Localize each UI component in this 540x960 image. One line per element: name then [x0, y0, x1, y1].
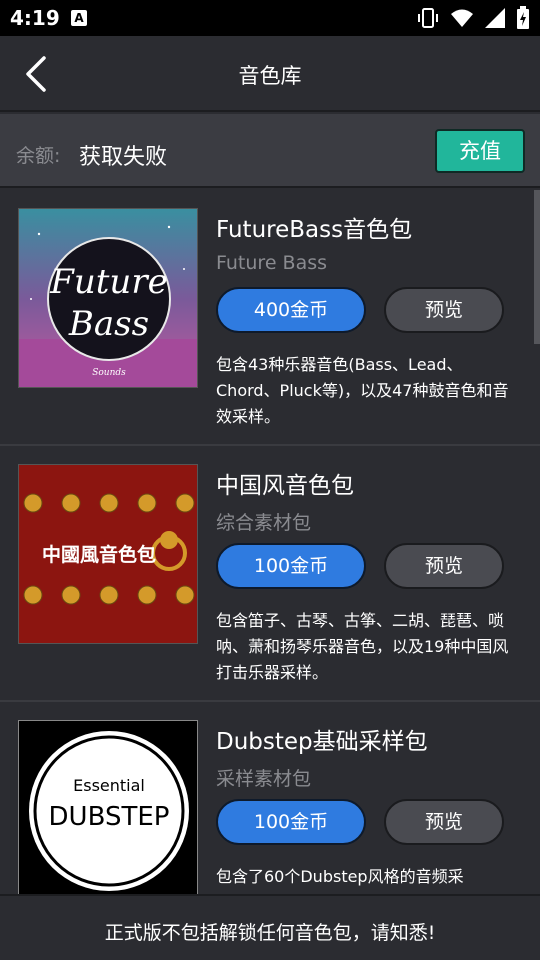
buy-button[interactable]: 100金币	[216, 543, 366, 589]
balance-bar: 余额: 获取失败 充值	[0, 114, 540, 188]
status-icons	[416, 6, 530, 30]
dubstep-cover: Essential DUBSTEP	[18, 720, 198, 894]
buy-button[interactable]: 400金币	[216, 287, 366, 333]
balance-label: 余额:	[16, 145, 61, 167]
pack-subtitle: 采样素材包	[216, 768, 312, 790]
balance-value: 获取失败	[79, 145, 168, 170]
recharge-button[interactable]: 充值	[435, 129, 525, 173]
pack-list[interactable]: Future Bass Sounds FutureBass音色包 Future …	[0, 190, 540, 894]
battery-icon	[517, 6, 529, 29]
dubstep-cover-art: Essential DUBSTEP	[19, 721, 197, 894]
list-item[interactable]: 中國風音色包 中国风音色包 综合素材包 100金币 预览 包含笛子、古琴、古筝、…	[0, 446, 540, 702]
pack-subtitle: Future Bass	[216, 252, 328, 274]
cover-text-sounds: Sounds	[92, 368, 126, 378]
status-bar: 4:19 A	[0, 0, 540, 36]
cover-text-dubstep: DUBSTEP	[49, 802, 170, 832]
signal-icon	[485, 8, 505, 28]
preview-button[interactable]: 预览	[384, 799, 504, 845]
status-time: 4:19	[10, 6, 60, 30]
chinese-style-cover: 中國風音色包	[18, 464, 198, 644]
footer-notice-bar: 正式版不包括解锁任何音色包，请知悉!	[0, 894, 540, 960]
chinese-style-cover-art: 中國風音色包	[19, 465, 197, 643]
preview-button[interactable]: 预览	[384, 287, 504, 333]
wifi-icon	[451, 9, 473, 27]
cover-text-chinese: 中國風音色包	[42, 543, 156, 566]
scrollbar[interactable]	[534, 190, 540, 344]
app-notification-icon: A	[71, 10, 87, 26]
footer-notice: 正式版不包括解锁任何音色包，请知悉!	[104, 922, 436, 944]
app-bar: 音色库	[0, 36, 540, 112]
pack-subtitle: 综合素材包	[216, 512, 312, 534]
pack-name: 中国风音色包	[216, 473, 354, 499]
pack-name: Dubstep基础采样包	[216, 729, 428, 755]
buy-button[interactable]: 100金币	[216, 799, 366, 845]
future-bass-cover-art: Future Bass Sounds	[19, 209, 197, 387]
cover-text-bass: Bass	[68, 304, 149, 344]
pack-name: FutureBass音色包	[216, 217, 413, 243]
cover-text-future: Future	[49, 262, 167, 302]
list-item[interactable]: Essential DUBSTEP Dubstep基础采样包 采样素材包 100…	[0, 702, 540, 894]
vibrate-icon	[418, 8, 438, 28]
pack-description: 包含了60个Dubstep风格的音频采	[216, 867, 464, 886]
pack-description: 包含43种乐器音色(Bass、Lead、Chord、Pluck等)，以及47种鼓…	[216, 355, 509, 426]
page-title: 音色库	[238, 64, 302, 88]
pack-description: 包含笛子、古琴、古筝、二胡、琵琶、唢呐、萧和扬琴乐器音色，以及19种中国风打击乐…	[216, 611, 509, 682]
list-item[interactable]: Future Bass Sounds FutureBass音色包 Future …	[0, 190, 540, 446]
preview-button[interactable]: 预览	[384, 543, 504, 589]
future-bass-cover: Future Bass Sounds	[18, 208, 198, 388]
cover-text-essential: Essential	[73, 776, 145, 795]
